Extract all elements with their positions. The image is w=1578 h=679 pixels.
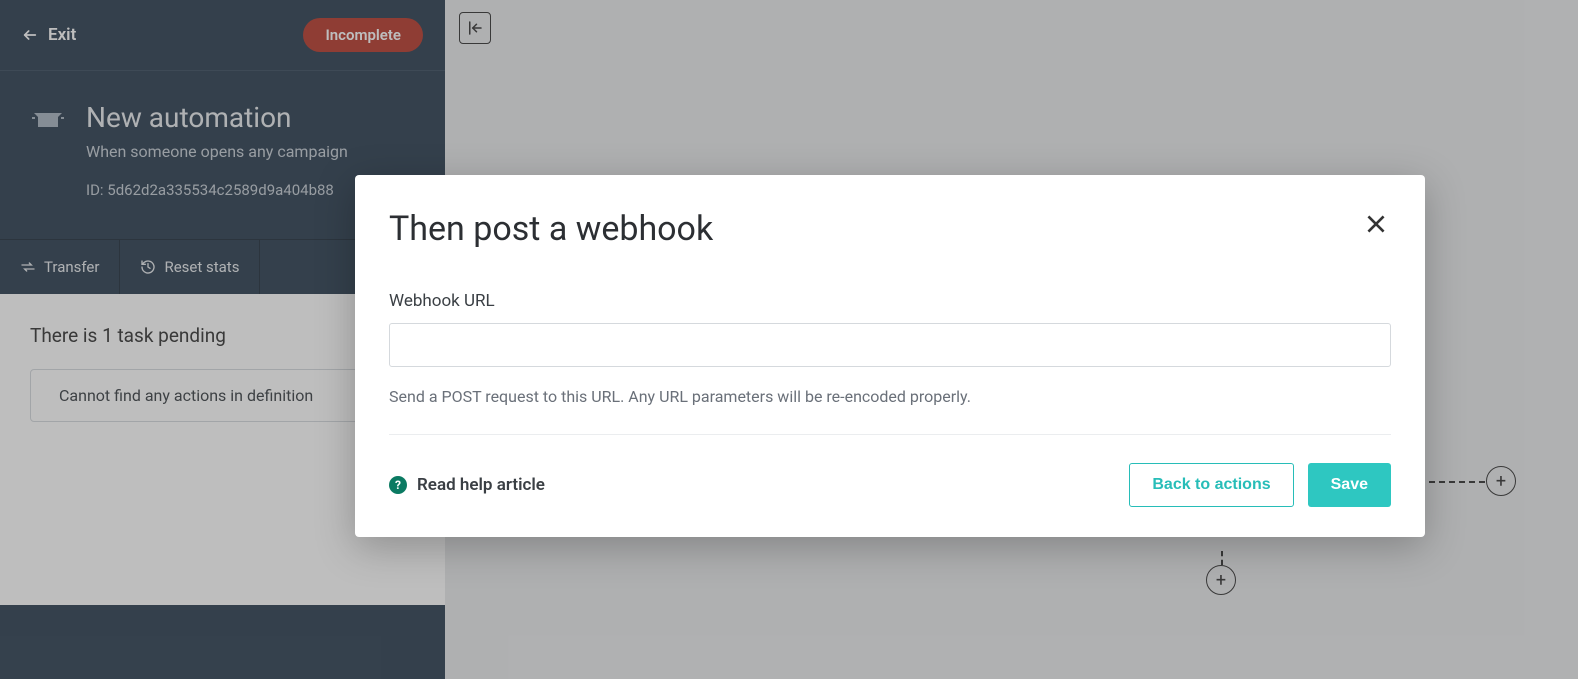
- back-to-actions-button[interactable]: Back to actions: [1129, 463, 1293, 507]
- help-link-label: Read help article: [417, 475, 545, 495]
- help-article-link[interactable]: ? Read help article: [389, 475, 545, 495]
- help-icon: ?: [389, 476, 407, 494]
- divider: [389, 434, 1391, 435]
- modal-title: Then post a webhook: [389, 209, 713, 249]
- webhook-url-label: Webhook URL: [389, 291, 1391, 311]
- save-button[interactable]: Save: [1308, 463, 1391, 507]
- webhook-modal: Then post a webhook Webhook URL Send a P…: [355, 175, 1425, 537]
- webhook-url-input[interactable]: [389, 323, 1391, 367]
- modal-footer: ? Read help article Back to actions Save: [389, 463, 1391, 507]
- close-icon: [1363, 211, 1389, 237]
- footer-buttons: Back to actions Save: [1129, 463, 1391, 507]
- modal-header: Then post a webhook: [389, 209, 1391, 249]
- webhook-help-text: Send a POST request to this URL. Any URL…: [389, 387, 1391, 406]
- close-button[interactable]: [1361, 209, 1391, 243]
